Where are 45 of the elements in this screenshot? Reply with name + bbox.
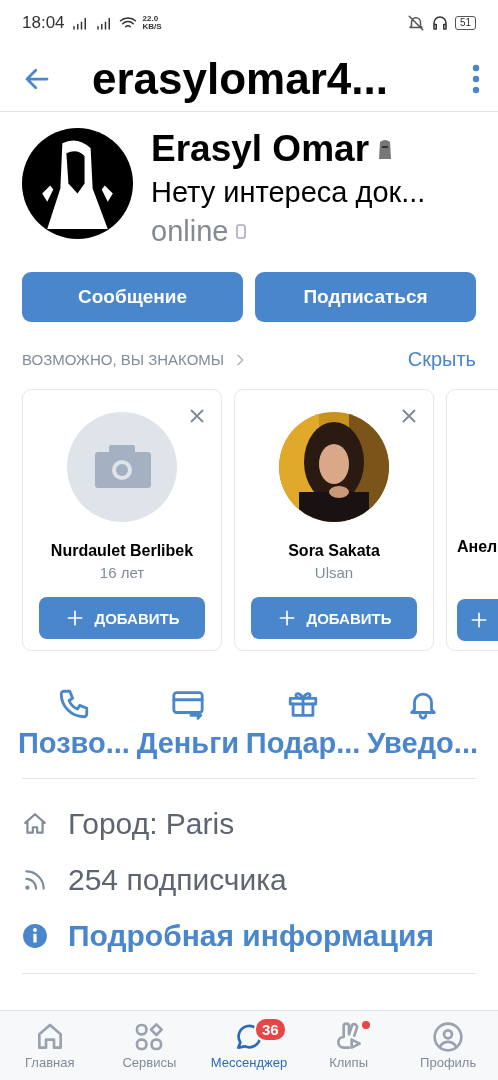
feed-icon <box>22 867 48 893</box>
profile-icon <box>432 1021 465 1053</box>
person-name: Sora Sakata <box>288 542 380 560</box>
grid-icon <box>133 1021 166 1053</box>
profile-status: Нету интереса док... <box>151 176 426 209</box>
phone-icon <box>236 224 247 239</box>
add-friend-button[interactable]: ДОБАВИТЬ <box>251 597 417 639</box>
person-detail: 16 лет <box>99 564 145 581</box>
quick-action[interactable]: Деньги <box>136 687 240 760</box>
info-text: 254 подписчика <box>68 863 287 897</box>
quick-action[interactable]: Позво... <box>18 687 130 760</box>
info-icon <box>22 923 48 949</box>
quick-action[interactable]: Уведо... <box>367 687 478 760</box>
online-status: online <box>151 215 229 248</box>
add-friend-button[interactable]: ДОБАВИТЬ <box>39 597 205 639</box>
clock: 18:04 <box>22 13 65 33</box>
network-speed: 22.0 <box>142 15 160 23</box>
person-name: Анел <box>457 538 498 556</box>
more-menu-icon[interactable] <box>472 63 480 94</box>
plus-icon <box>469 610 489 630</box>
muted-bell-icon <box>406 14 425 32</box>
home-icon <box>22 811 48 837</box>
camera-avatar-icon <box>67 412 177 522</box>
profile-name: Erasyl Omar <box>151 128 370 170</box>
close-icon[interactable] <box>189 408 205 424</box>
headphones-icon <box>430 14 449 32</box>
page-title: erasylomar4... <box>91 53 389 104</box>
statue-head-icon <box>377 138 394 160</box>
person-name: Nurdaulet Berlibek <box>50 542 194 560</box>
nav-tab[interactable]: Клипы <box>303 1021 394 1070</box>
section-title: ВОЗМОЖНО, ВЫ ЗНАКОМЫ <box>22 351 225 368</box>
speed-unit: KB/S <box>142 23 162 31</box>
message-button[interactable]: Сообщение <box>22 272 243 322</box>
nav-tab[interactable]: Профиль <box>403 1021 494 1070</box>
subscribe-button[interactable]: Подписаться <box>255 272 476 322</box>
battery-level: 51 <box>454 16 476 30</box>
quick-action[interactable]: Подар... <box>245 687 361 760</box>
details-link[interactable]: Подробная информация <box>68 919 434 953</box>
unread-badge: 36 <box>254 1017 287 1042</box>
info-text: Город: Paris <box>68 807 235 841</box>
close-icon[interactable] <box>401 408 417 424</box>
person-detail: Ulsan <box>314 564 354 581</box>
hide-link[interactable]: Скрыть <box>407 348 476 371</box>
nav-tab[interactable]: Сервисы <box>104 1021 195 1070</box>
nav-tab[interactable]: Главная <box>4 1021 95 1070</box>
